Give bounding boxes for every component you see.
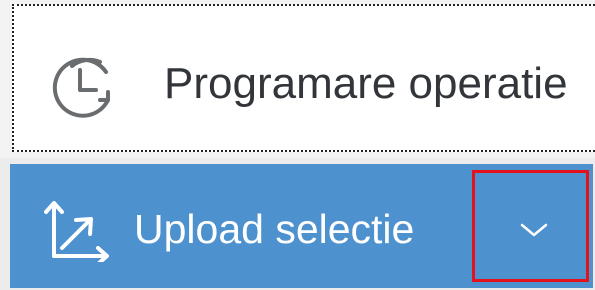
upload-selectie-label: Upload selectie [134,206,415,252]
clock-rotate-icon [50,52,130,122]
upload-selectie-button[interactable]: Upload selectie [10,164,472,288]
menu-item-label: Programare operatie [164,59,568,108]
split-button-dropdown[interactable] [472,164,593,288]
menu-item-programare-operatie[interactable]: Programare operatie [12,4,595,152]
upload-split-button: Upload selectie [0,158,595,290]
dropdown-menu: Programare operatie [0,0,595,158]
chevron-down-icon [520,222,548,238]
upload-arrows-icon [44,200,124,266]
screen: Programare operatie Upload selectie [0,0,595,290]
